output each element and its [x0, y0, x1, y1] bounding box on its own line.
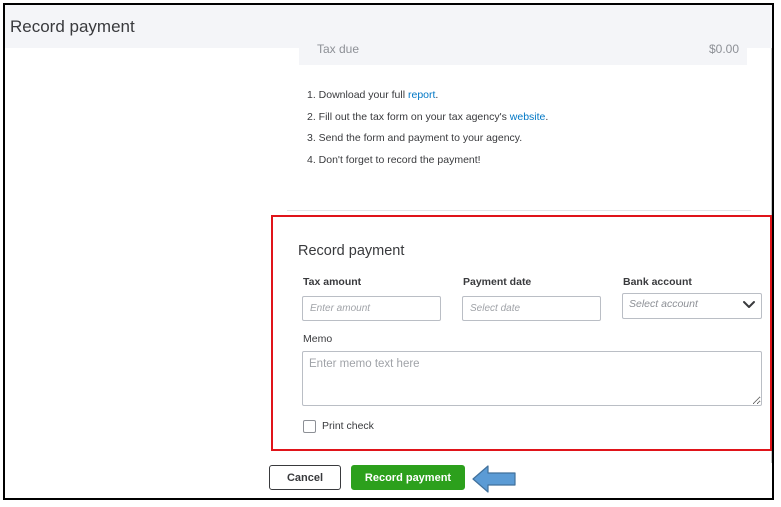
- memo-label: Memo: [303, 333, 333, 345]
- step-item: 1. Download your full report.: [307, 89, 439, 101]
- record-payment-heading: Record payment: [298, 243, 405, 259]
- step-item: 2. Fill out the tax form on your tax age…: [307, 110, 549, 123]
- window-title: Record payment: [10, 17, 135, 36]
- website-link[interactable]: website: [510, 111, 546, 123]
- tax-due-amount: $0.00: [708, 42, 739, 56]
- title-bar: Record payment: [5, 5, 772, 48]
- section-divider: [287, 210, 751, 211]
- print-check-checkbox[interactable]: [303, 420, 316, 433]
- tax-summary-panel: Tax due $0.00: [299, 42, 747, 65]
- report-link[interactable]: report: [408, 89, 435, 101]
- memo-textarea[interactable]: [302, 351, 762, 406]
- bank-account-label: Bank account: [623, 276, 692, 288]
- app-window: Record payment Tax due $0.00 1. Download…: [3, 3, 774, 500]
- tax-due-label: Tax due: [317, 42, 360, 56]
- chevron-down-icon: [742, 296, 756, 312]
- record-payment-button[interactable]: Record payment: [351, 465, 465, 490]
- cancel-button[interactable]: Cancel: [269, 465, 341, 490]
- step-item: 4. Don't forget to record the payment!: [307, 154, 481, 167]
- tax-amount-input[interactable]: [302, 296, 441, 321]
- payment-date-input[interactable]: [462, 296, 601, 321]
- bank-account-select-value: Select account: [629, 298, 698, 310]
- tax-amount-label: Tax amount: [303, 276, 362, 288]
- instruction-steps: 1. Download your full report. 2. Fill ou…: [307, 88, 548, 175]
- step-item: 3. Send the form and payment to your age…: [307, 132, 523, 145]
- bank-account-select[interactable]: Select account: [622, 293, 762, 319]
- arrow-left-icon: [471, 464, 517, 494]
- print-check-label[interactable]: Print check: [322, 420, 374, 432]
- payment-date-label: Payment date: [463, 276, 532, 288]
